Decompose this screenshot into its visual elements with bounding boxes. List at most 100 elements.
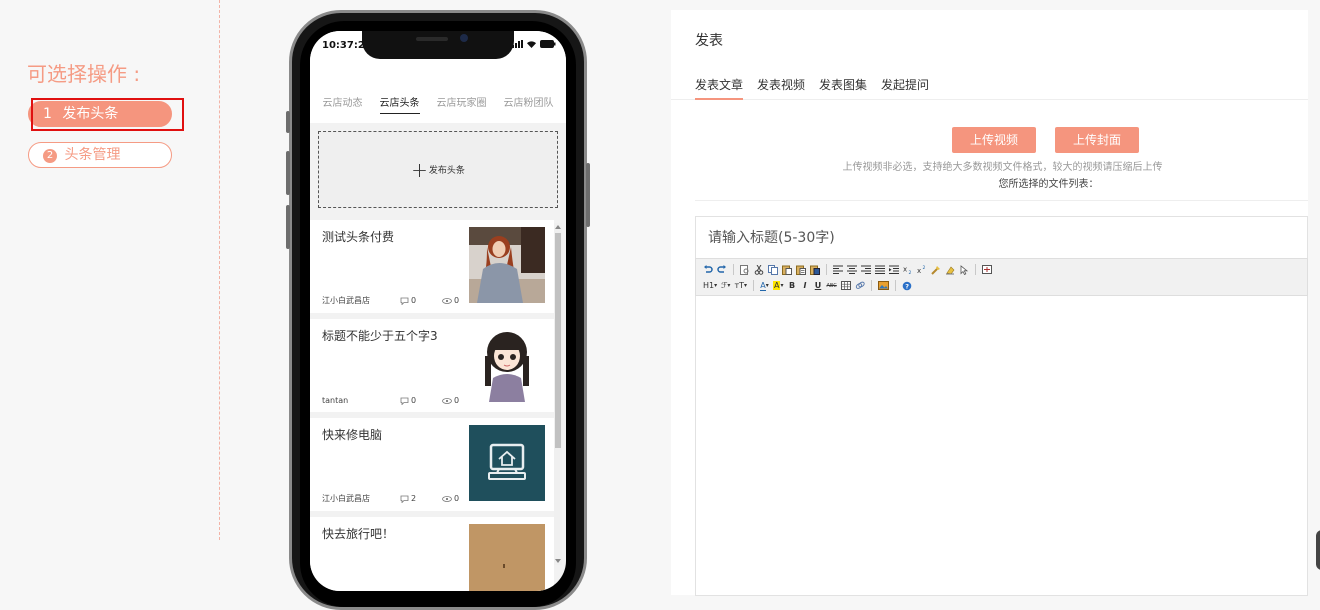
publish-headline-button[interactable]: 1 发布头条 [28, 101, 172, 127]
article-title-input[interactable] [695, 216, 1308, 258]
editor-title: 发表 [695, 33, 723, 49]
indent-icon[interactable] [888, 264, 900, 276]
paste-icon[interactable] [781, 264, 793, 276]
comment-icon [400, 495, 409, 503]
bold-button[interactable]: B [787, 280, 798, 292]
feed-item-title: 测试头条付费 [322, 230, 395, 244]
clear-format-icon[interactable] [944, 264, 956, 276]
tab-publish-article[interactable]: 发表文章 [695, 76, 744, 100]
view-count: 0 [454, 494, 460, 503]
heading-dropdown[interactable]: H1 ▾ [702, 280, 718, 292]
toolbar-separator [733, 264, 734, 275]
upload-buttons: 上传视频 上传封面 [952, 127, 1139, 153]
feed-item[interactable]: 标题不能少于五个字3 tantan 0 0 [310, 319, 554, 412]
feed-item-thumbnail-kraft-paper [469, 524, 545, 591]
feed-item-meta: 江小白武昌店 0 0 [322, 295, 472, 306]
phone-tab-players[interactable]: 云店玩家圈 [437, 94, 487, 114]
align-justify-icon[interactable] [874, 264, 886, 276]
cut-icon[interactable] [753, 264, 765, 276]
svg-text:2: 2 [909, 270, 912, 274]
tab-ask-question[interactable]: 发起提问 [881, 76, 929, 100]
manage-headlines-button[interactable]: 2 头条管理 [28, 142, 172, 168]
feed-item-title: 快去旅行吧！ [322, 527, 395, 541]
op1-label: 发布头条 [62, 106, 119, 122]
phone-tab-headlines[interactable]: 云店头条 [379, 94, 420, 114]
strikethrough-button[interactable]: ABC [826, 280, 838, 292]
select-all-icon[interactable] [958, 264, 970, 276]
tab-publish-video[interactable]: 发表视频 [757, 76, 805, 100]
undo-icon[interactable] [702, 264, 714, 276]
comment-count: 2 [411, 494, 417, 503]
align-center-icon[interactable] [846, 264, 858, 276]
rich-text-editor-body[interactable] [695, 296, 1308, 596]
divider [695, 200, 1308, 201]
svg-text:2: 2 [923, 265, 926, 271]
upload-video-button[interactable]: 上传视频 [952, 127, 1036, 153]
feed-item-views: 0 [442, 396, 459, 405]
italic-button[interactable]: I [800, 280, 811, 292]
toolbar-row-2: H1 ▾ ℱ ▾ тT ▾ A ▾ A ▾ B I U ABC ? [702, 278, 1301, 293]
fullscreen-icon[interactable] [981, 264, 993, 276]
link-icon[interactable] [854, 280, 866, 292]
op1-number: 1 [43, 106, 52, 122]
camera-icon [460, 34, 468, 42]
help-icon[interactable]: ? [901, 280, 913, 292]
scroll-down-arrow-icon[interactable] [555, 559, 561, 563]
subscript-icon[interactable]: x2 [902, 264, 914, 276]
feed-item[interactable]: 测试头条付费 江小白武昌店 0 0 [310, 220, 554, 313]
phone-tabs: 云店动态 云店头条 云店玩家圈 云店粉团队 [310, 94, 566, 114]
svg-text:x: x [917, 267, 921, 274]
feed-item[interactable]: 快来修电脑 江小白武昌店 2 0 [310, 418, 554, 511]
paste-text-icon[interactable] [795, 264, 807, 276]
phone-tab-dynamics[interactable]: 云店动态 [323, 94, 363, 114]
table-icon[interactable] [840, 280, 852, 292]
feed-item-meta: tantan 0 0 [322, 396, 472, 405]
tab-publish-gallery[interactable]: 发表图集 [819, 76, 867, 100]
comment-icon [400, 397, 409, 405]
chevron-down-icon: ▾ [743, 282, 747, 289]
scrollbar-thumb[interactable] [555, 233, 561, 448]
phone-volume-up-key [286, 151, 290, 195]
format-brush-icon[interactable] [930, 264, 942, 276]
upload-cover-button[interactable]: 上传封面 [1055, 127, 1139, 153]
publish-headline-area[interactable]: + 发布头条 [318, 131, 558, 208]
preview-icon[interactable] [739, 264, 751, 276]
toolbar-separator [894, 280, 896, 291]
op2-number-badge: 2 [43, 149, 57, 163]
align-right-icon[interactable] [860, 264, 872, 276]
phone-preview-frame: 10:37:25 云店动态 云店头条 云店玩家圈 云店粉团队 + 发布头条 测试… [286, 10, 590, 610]
feed-item[interactable]: 快去旅行吧！ [310, 517, 554, 591]
phone-power-key [586, 163, 590, 227]
feed-item-views: 0 [442, 296, 459, 305]
superscript-icon[interactable]: x2 [916, 264, 928, 276]
rich-text-toolbar: x2 x2 H1 ▾ ℱ ▾ тT ▾ A ▾ A ▾ B I U ABC ? [695, 258, 1308, 296]
font-family-dropdown[interactable]: ℱ ▾ [720, 280, 731, 292]
font-size-dropdown[interactable]: тT ▾ [733, 280, 748, 292]
wifi-icon [527, 41, 536, 48]
plus-icon: + [411, 157, 428, 182]
upload-hint: 上传视频非必选，支持绝大多数视频文件格式，较大的视频请压缩后上传 [842, 162, 1163, 173]
scroll-up-arrow-icon[interactable] [555, 225, 561, 229]
svg-text:x: x [903, 266, 907, 274]
feed-item-thumbnail-cartoon-girl [469, 326, 545, 402]
feed-scrollbar[interactable] [554, 223, 562, 565]
svg-text:?: ? [905, 282, 909, 290]
redo-icon[interactable] [716, 264, 728, 276]
insert-image-icon[interactable] [877, 280, 890, 292]
paste-word-icon[interactable] [809, 264, 821, 276]
underline-button[interactable]: U [813, 280, 824, 292]
feed-item-comments: 0 [400, 296, 442, 305]
text-color-dropdown[interactable]: A ▾ [759, 280, 770, 292]
toolbar-separator [826, 264, 827, 275]
toolbar-separator [753, 280, 754, 291]
view-count: 0 [454, 396, 460, 405]
editor-tabs: 发表文章 发表视频 发表图集 发起提问 [671, 76, 1308, 100]
phone-notch [362, 31, 514, 59]
edge-scroll-handle[interactable] [1316, 530, 1320, 570]
align-left-icon[interactable] [832, 264, 844, 276]
publish-area-label: 发布头条 [428, 166, 465, 176]
bg-color-dropdown[interactable]: A ▾ [772, 280, 785, 292]
phone-tab-fans[interactable]: 云店粉团队 [504, 94, 554, 114]
copy-icon[interactable] [767, 264, 779, 276]
toolbar-separator [975, 264, 976, 275]
